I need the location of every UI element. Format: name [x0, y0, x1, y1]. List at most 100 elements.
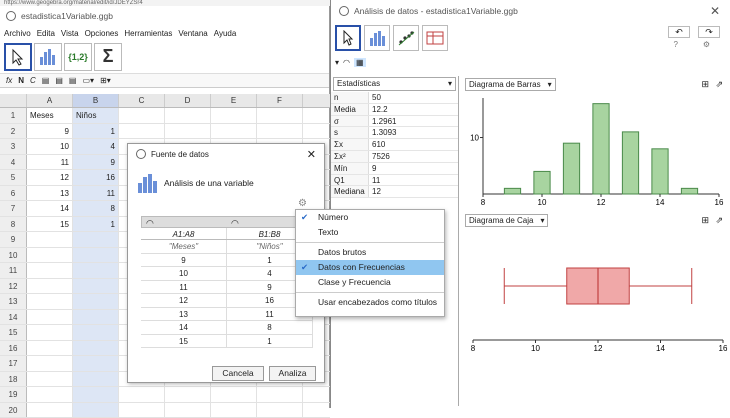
cell-empty[interactable] [119, 387, 165, 402]
cell-empty[interactable] [211, 124, 257, 139]
cell-empty[interactable] [119, 124, 165, 139]
menu-herramientas[interactable]: Herramientas [124, 29, 172, 38]
stats-view-button[interactable] [364, 25, 390, 51]
row-number[interactable]: 20 [0, 403, 27, 418]
cell-a[interactable]: 10 [27, 139, 73, 154]
column-header-f[interactable]: F [257, 94, 303, 107]
menu-ventana[interactable]: Ventana [178, 29, 207, 38]
cell-b[interactable]: 8 [73, 201, 119, 216]
menu-item[interactable]: Texto [296, 225, 444, 240]
cell-a[interactable] [27, 372, 73, 387]
menu-item[interactable]: Datos brutos [296, 245, 444, 260]
cell-b[interactable]: 16 [73, 170, 119, 185]
source-icon[interactable]: ◠ [343, 58, 350, 67]
cell-empty[interactable] [119, 403, 165, 418]
row-number[interactable]: 16 [0, 341, 27, 356]
fx-icon[interactable]: fx [6, 76, 12, 85]
cell-a[interactable] [27, 356, 73, 371]
cell-empty[interactable] [119, 108, 165, 123]
cell-empty[interactable] [165, 387, 211, 402]
row-number[interactable]: 3 [0, 139, 27, 154]
cancel-button[interactable]: Cancela [212, 366, 264, 381]
cell-b[interactable] [73, 325, 119, 340]
layout-toggle-icon[interactable]: ▦ [354, 58, 366, 67]
cell-a[interactable] [27, 279, 73, 294]
cell-b[interactable] [73, 356, 119, 371]
menu-item[interactable]: Clase y Frecuencia [296, 275, 444, 290]
row-number[interactable]: 12 [0, 279, 27, 294]
zoom-plus-icon[interactable]: ⊞ [701, 79, 709, 90]
statistics-combo[interactable]: Estadísticas ▾ [333, 77, 456, 91]
column-header-a[interactable]: A [27, 94, 73, 107]
cell-a[interactable]: 11 [27, 155, 73, 170]
cell-empty[interactable] [211, 403, 257, 418]
cell-b[interactable] [73, 372, 119, 387]
menu-item[interactable]: Usar encabezados como títulos [296, 295, 444, 310]
close-icon[interactable]: ✕ [710, 4, 720, 18]
col1-range[interactable]: A1:A8 [141, 228, 227, 239]
cell-empty[interactable] [165, 108, 211, 123]
row-number[interactable]: 18 [0, 372, 27, 387]
scatter-view-button[interactable] [393, 25, 419, 51]
row-number[interactable]: 9 [0, 232, 27, 247]
cell-a[interactable]: 13 [27, 186, 73, 201]
row-number[interactable]: 7 [0, 201, 27, 216]
cell-empty[interactable] [211, 108, 257, 123]
align-right-icon[interactable]: ▤ [69, 76, 77, 85]
cell-b[interactable] [73, 279, 119, 294]
zoom-plus-icon[interactable]: ⊞ [701, 215, 709, 226]
cell-a[interactable] [27, 294, 73, 309]
cell-a[interactable] [27, 263, 73, 278]
row-number[interactable]: 8 [0, 217, 27, 232]
analyze-button[interactable]: Analiza [269, 366, 316, 381]
cell-a[interactable] [27, 325, 73, 340]
cell-empty[interactable] [257, 124, 303, 139]
italic-button[interactable]: C [30, 76, 36, 85]
cell-b[interactable]: 4 [73, 139, 119, 154]
analysis-tool-button[interactable] [34, 43, 62, 71]
cell-a[interactable]: 14 [27, 201, 73, 216]
column-header-e[interactable]: E [211, 94, 257, 107]
cell-b[interactable]: 1 [73, 217, 119, 232]
move-tool-button[interactable] [335, 25, 361, 51]
cell-b[interactable] [73, 341, 119, 356]
column-header-d[interactable]: D [165, 94, 211, 107]
cell-b[interactable] [73, 387, 119, 402]
gear-icon[interactable]: ⚙ [703, 40, 710, 49]
cell-b[interactable]: 11 [73, 186, 119, 201]
undo-icon[interactable]: ↶ [668, 26, 690, 38]
row-number[interactable]: 2 [0, 124, 27, 139]
cell-a[interactable] [27, 403, 73, 418]
cell-b[interactable] [73, 263, 119, 278]
bold-button[interactable]: N [18, 76, 24, 85]
cell-empty[interactable] [257, 387, 303, 402]
row-number[interactable]: 13 [0, 294, 27, 309]
chart2-type-select[interactable]: Diagrama de Caja▾ [465, 214, 548, 227]
menu-item[interactable]: ✔Número [296, 210, 444, 225]
menu-archivo[interactable]: Archivo [4, 29, 31, 38]
cell-b[interactable] [73, 310, 119, 325]
row-number[interactable]: 14 [0, 310, 27, 325]
cell-empty[interactable] [211, 387, 257, 402]
dialog-gear-icon[interactable]: ⚙ [298, 198, 307, 209]
cell-b[interactable]: Niños [73, 108, 119, 123]
align-left-icon[interactable]: ▤ [42, 76, 50, 85]
cell-empty[interactable] [257, 108, 303, 123]
sum-tool-button[interactable]: Σ [94, 43, 122, 71]
row-number[interactable]: 5 [0, 170, 27, 185]
cell-a[interactable]: 15 [27, 217, 73, 232]
popout-icon[interactable]: ⇗ [715, 79, 723, 90]
menu-dropdown-icon[interactable]: ▾ [335, 58, 339, 67]
column-header-c[interactable]: C [119, 94, 165, 107]
cell-b[interactable] [73, 403, 119, 418]
column-header-b[interactable]: B [73, 94, 119, 107]
col1-source-icon[interactable]: ◠ [142, 217, 227, 227]
cell-a[interactable]: Meses [27, 108, 73, 123]
cell-a[interactable]: 12 [27, 170, 73, 185]
row-number[interactable]: 6 [0, 186, 27, 201]
cell-b[interactable] [73, 232, 119, 247]
bg-color-icon[interactable]: ▭▾ [82, 76, 94, 85]
row-number[interactable]: 19 [0, 387, 27, 402]
menu-vista[interactable]: Vista [61, 29, 79, 38]
cell-a[interactable] [27, 248, 73, 263]
